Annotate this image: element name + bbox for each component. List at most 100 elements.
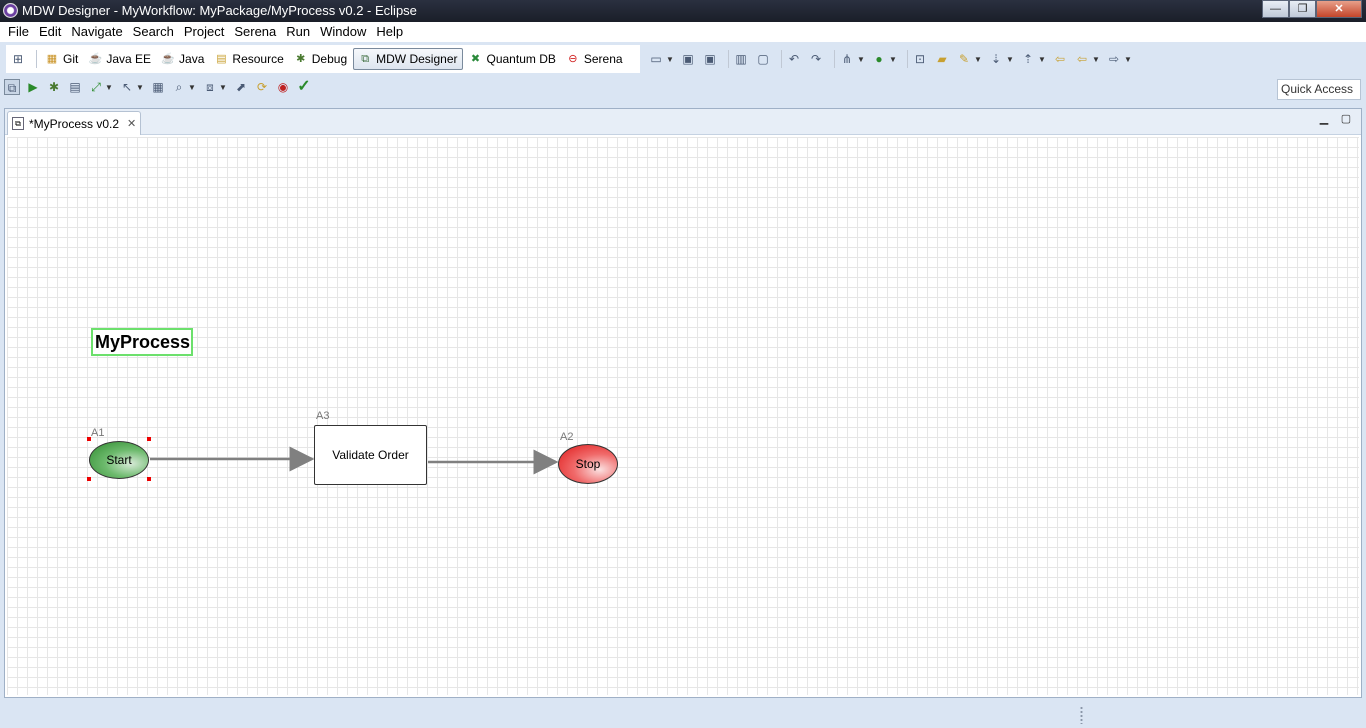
perspective-java-ee[interactable]: ☕ Java EE [84,48,155,70]
perspective-label: Serena [583,52,623,66]
maximize-view-icon[interactable]: ▢ [1339,113,1353,127]
process-canvas[interactable]: MyProcess A1 Start A3 Validate Order A2 … [7,137,1359,695]
window-controls: — ❐ ✕ [1262,0,1362,18]
open-folder-icon[interactable]: ▰ [934,51,950,67]
dropdown-icon[interactable]: ▼ [1092,55,1100,64]
dropdown-icon[interactable]: ▼ [105,83,113,92]
selection-handle[interactable] [87,437,91,441]
export-icon[interactable]: ⬈ [233,79,249,95]
open-perspective-icon[interactable]: ⊞ [10,51,26,67]
perspective-label: Debug [311,52,348,66]
menu-search[interactable]: Search [128,22,179,42]
perspective-mdw-designer[interactable]: ⧉ MDW Designer [353,48,463,70]
dropdown-icon[interactable]: ▼ [1124,55,1132,64]
dropdown-icon[interactable]: ▼ [1038,55,1046,64]
dropdown-icon[interactable]: ▼ [889,55,897,64]
dropdown-icon[interactable]: ▼ [666,55,674,64]
status-grip[interactable] [1080,706,1083,724]
minimize-button[interactable]: — [1262,0,1289,18]
validate-check-icon[interactable]: ✓ [296,79,312,95]
monitor-icon[interactable]: ▢ [755,51,771,67]
main-toolbar: ⊞ ▦ Git ☕ Java EE ☕ Java ▤ Resource ✱ De… [0,42,1366,76]
start-node[interactable]: Start [89,441,149,479]
process-editor: ⧉ *MyProcess v0.2 ✕ ▁ ▢ MyProcess A1 Sta… [4,108,1362,698]
designer-mode-icon[interactable]: ⧉ [4,79,20,95]
designer-toolbar: ⧉ ▶ ✱ ▤ ⤢ ▼ ↖ ▼ ▦ ⌕ ▼ ⧈ ▼ ⬈ ⟳ ◉ ✓ Quick Acce… [0,76,1366,104]
new-icon[interactable]: ▭ [648,51,664,67]
dropdown-icon[interactable]: ▼ [188,83,196,92]
prev-annotation-icon[interactable]: ⇡ [1020,51,1036,67]
select-icon[interactable]: ↖ [119,79,135,95]
refresh-icon[interactable]: ⟳ [254,79,270,95]
perspective-debug[interactable]: ✱ Debug [290,48,351,70]
eclipse-icon [3,3,18,18]
task-node-label: Validate Order [332,448,409,462]
perspective-java[interactable]: ☕ Java [157,48,208,70]
menu-navigate[interactable]: Navigate [66,22,127,42]
menu-file[interactable]: File [3,22,34,42]
separator [907,50,908,68]
task-activity-id: A3 [316,410,330,422]
menu-serena[interactable]: Serena [229,22,281,42]
menu-run[interactable]: Run [281,22,315,42]
dropdown-icon[interactable]: ▼ [136,83,144,92]
separator [728,50,729,68]
close-button[interactable]: ✕ [1316,0,1362,18]
binary-icon[interactable]: ▥ [733,51,749,67]
launch-icon[interactable]: ▶ [25,79,41,95]
properties-icon[interactable]: ▦ [150,79,166,95]
back-icon[interactable]: ⇦ [1074,51,1090,67]
tab-label: *MyProcess v0.2 [29,116,120,131]
minimize-view-icon[interactable]: ▁ [1317,113,1331,127]
document-icon[interactable]: ▤ [67,79,83,95]
java-icon: ☕ [161,53,175,65]
stop-node[interactable]: Stop [558,444,618,484]
dropdown-icon[interactable]: ▼ [857,55,865,64]
quick-access-input[interactable]: Quick Access [1277,79,1361,100]
validate-order-activity[interactable]: Validate Order [314,425,427,485]
hierarchy-icon[interactable]: ⋔ [839,51,855,67]
perspective-resource[interactable]: ▤ Resource [210,48,287,70]
perspective-serena[interactable]: ⊖ Serena [562,48,627,70]
diagram-icon[interactable]: ⧈ [202,79,218,95]
menu-bar: File Edit Navigate Search Project Serena… [0,22,1366,42]
perspective-quantum-db[interactable]: ✖ Quantum DB [465,48,560,70]
save-all-icon[interactable]: ▣ [702,51,718,67]
process-name-label[interactable]: MyProcess [91,328,193,356]
forward-icon[interactable]: ⇨ [1106,51,1122,67]
quantum-db-icon: ✖ [470,53,481,65]
start-activity-id: A1 [91,427,105,439]
pen-icon[interactable]: ✎ [956,51,972,67]
dropdown-icon[interactable]: ▼ [219,83,227,92]
perspective-label: Java [179,52,205,66]
selection-handle[interactable] [147,437,151,441]
perspective-git[interactable]: ▦ Git [41,48,82,70]
tab-myprocess[interactable]: ⧉ *MyProcess v0.2 ✕ [7,111,141,135]
close-tab-icon[interactable]: ✕ [127,117,136,130]
zoom-icon[interactable]: ⌕ [171,79,187,95]
window-title: MDW Designer - MyWorkflow: MyPackage/MyP… [22,3,417,18]
record-icon[interactable]: ◉ [275,79,291,95]
serena-icon: ⊖ [568,53,578,65]
status-bar [0,700,1366,728]
last-edit-icon[interactable]: ⇦ [1052,51,1068,67]
dropdown-icon[interactable]: ▼ [1006,55,1014,64]
transition-links [150,446,559,475]
new-type-icon[interactable]: ⊡ [912,51,928,67]
dropdown-icon[interactable]: ▼ [974,55,982,64]
next-annotation-icon[interactable]: ⇣ [988,51,1004,67]
link-style-icon[interactable]: ⤢ [88,79,104,95]
maximize-button[interactable]: ❐ [1289,0,1316,18]
redo-icon[interactable]: ↷ [808,51,824,67]
menu-help[interactable]: Help [371,22,408,42]
menu-project[interactable]: Project [179,22,229,42]
process-file-icon: ⧉ [12,117,24,130]
save-icon[interactable]: ▣ [680,51,696,67]
undo-icon[interactable]: ↶ [786,51,802,67]
selection-handle[interactable] [147,477,151,481]
menu-window[interactable]: Window [315,22,371,42]
debug-process-icon[interactable]: ✱ [46,79,62,95]
run-icon[interactable]: ● [871,51,887,67]
selection-handle[interactable] [87,477,91,481]
menu-edit[interactable]: Edit [34,22,66,42]
